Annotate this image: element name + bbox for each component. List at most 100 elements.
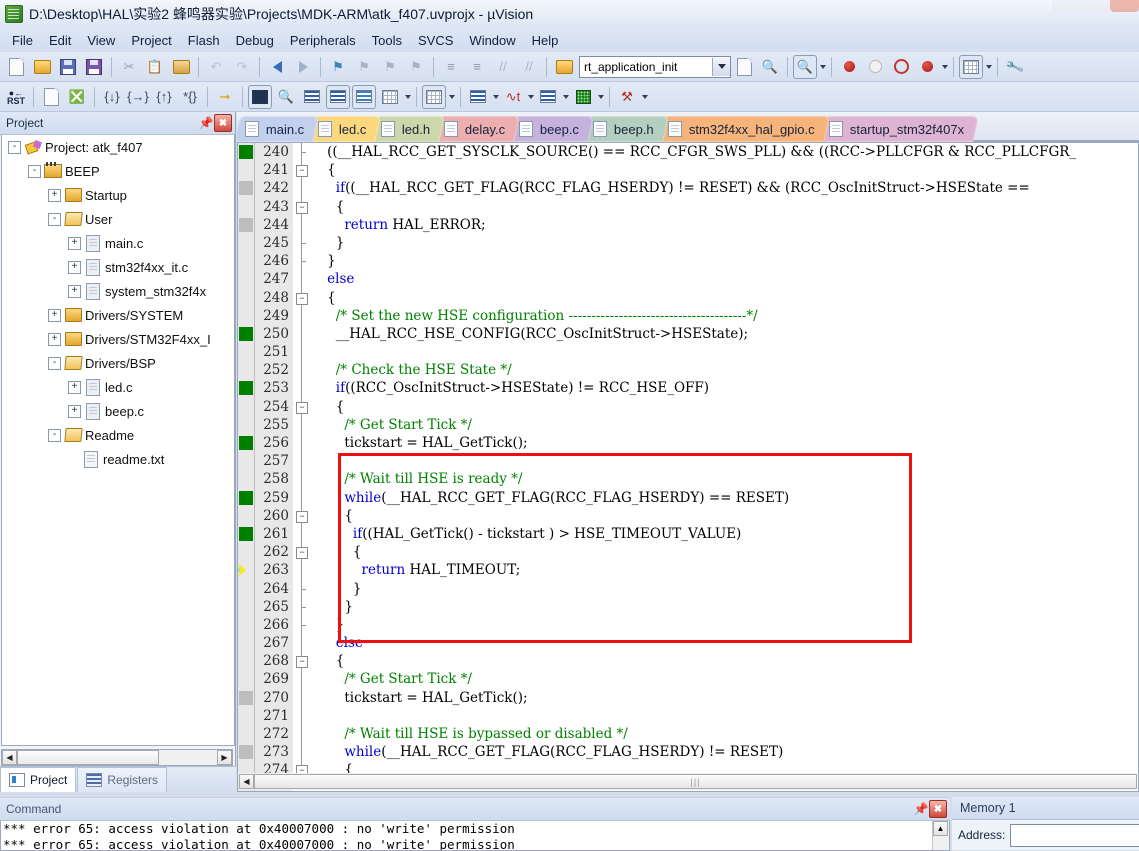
scroll-left-icon[interactable]: ◀ (239, 774, 254, 789)
tree-item-drivers-system[interactable]: + Drivers/SYSTEM (2, 303, 234, 327)
code-line[interactable]: if((RCC_OscInitStruct->HSEState) != RCC_… (310, 379, 1138, 397)
tree-item-user[interactable]: - User (2, 207, 234, 231)
code-text[interactable]: ((__HAL_RCC_GET_SYSCLK_SOURCE() == RCC_C… (310, 143, 1138, 791)
code-line[interactable]: tickstart = HAL_GetTick(); (310, 689, 1138, 707)
redo-icon[interactable]: ↷ (230, 55, 254, 79)
code-editor[interactable]: 240 241 242 243 244 245 246 247 248 249 250 251 252 2… (237, 142, 1139, 792)
code-line[interactable]: __HAL_RCC_HSE_CONFIG(RCC_OscInitStruct->… (310, 325, 1138, 343)
comment-icon[interactable]: // (491, 55, 515, 79)
code-line[interactable] (310, 707, 1138, 725)
scroll-up-icon[interactable]: ▲ (933, 821, 948, 836)
watch-window-icon[interactable] (378, 85, 402, 109)
pin-icon[interactable]: 📌 (198, 115, 214, 131)
tree-toggle-icon[interactable]: + (48, 332, 61, 346)
non-executable-line-marker[interactable] (238, 689, 254, 707)
stop-icon[interactable]: ❎ (65, 85, 89, 109)
trace-window-icon[interactable] (536, 85, 560, 109)
menu-tools[interactable]: Tools (364, 30, 410, 51)
toolbox-icon[interactable]: ⚒ (615, 85, 639, 109)
tree-toggle-icon[interactable]: - (28, 164, 41, 178)
command-vscrollbar[interactable]: ▲ (932, 821, 949, 850)
tree-item-system-stm32f4x[interactable]: + system_stm32f4x (2, 279, 234, 303)
step-into-icon[interactable]: {↓} (100, 85, 124, 109)
executable-line-marker[interactable] (238, 379, 254, 397)
executable-line-marker[interactable] (238, 434, 254, 452)
code-line[interactable]: } (310, 234, 1138, 252)
executable-line-marker[interactable] (238, 143, 254, 161)
code-line[interactable]: /* Set the new HSE configuration -------… (310, 307, 1138, 325)
code-line[interactable]: ((__HAL_RCC_GET_SYSCLK_SOURCE() == RCC_C… (310, 143, 1138, 161)
system-viewer-dropdown-icon[interactable] (596, 86, 605, 108)
editor-tab-stm32f4xx-hal-gpio-c[interactable]: stm32f4xx_hal_gpio.c (657, 116, 830, 142)
tree-toggle-icon[interactable]: + (68, 380, 81, 394)
copy-icon[interactable]: 📋 (143, 55, 167, 79)
memory-dropdown-icon[interactable] (447, 86, 456, 108)
editor-tab-startup-stm32f407x[interactable]: startup_stm32f407x (818, 116, 979, 142)
tree-item-drivers-bsp[interactable]: - Drivers/BSP (2, 351, 234, 375)
editor-tab-led-c[interactable]: led.c (307, 116, 382, 142)
scroll-right-icon[interactable]: ▶ (217, 750, 232, 765)
executable-line-marker[interactable] (238, 325, 254, 343)
insert-breakpoint-icon[interactable] (837, 55, 861, 79)
editor-hscrollbar[interactable]: ◀ ||| (239, 773, 1137, 790)
run-to-main-icon[interactable] (39, 85, 63, 109)
code-line[interactable]: } (310, 598, 1138, 616)
code-line[interactable]: { (310, 198, 1138, 216)
tree-item-main-c[interactable]: + main.c (2, 231, 234, 255)
editor-tab-delay-c[interactable]: delay.c (433, 116, 520, 142)
breakpoints-dropdown-icon[interactable] (940, 56, 949, 78)
code-line[interactable] (310, 343, 1138, 361)
code-line[interactable]: else (310, 634, 1138, 652)
new-file-icon[interactable] (4, 55, 28, 79)
menu-flash[interactable]: Flash (180, 30, 228, 51)
menu-file[interactable]: File (4, 30, 41, 51)
outdent-icon[interactable]: ≡ (465, 55, 489, 79)
tree-toggle-icon[interactable]: + (68, 284, 81, 298)
trace-dropdown-icon[interactable] (561, 86, 570, 108)
disable-all-breakpoints-icon[interactable] (915, 55, 939, 79)
close-icon[interactable]: ✖ (214, 114, 232, 132)
non-executable-line-marker[interactable] (238, 216, 254, 234)
code-line[interactable]: if((__HAL_RCC_GET_FLAG(RCC_FLAG_HSERDY) … (310, 179, 1138, 197)
code-line[interactable]: while(__HAL_RCC_GET_FLAG(RCC_FLAG_HSERDY… (310, 489, 1138, 507)
save-icon[interactable] (56, 55, 80, 79)
code-line[interactable]: /* Check the HSE State */ (310, 361, 1138, 379)
goto-definition-icon[interactable] (732, 55, 756, 79)
tree-toggle-icon[interactable]: + (68, 236, 81, 250)
menu-debug[interactable]: Debug (228, 30, 282, 51)
tab-project[interactable]: Project (0, 767, 77, 792)
maximize-button[interactable] (1081, 0, 1110, 12)
open-folder-icon[interactable] (552, 55, 576, 79)
tab-registers[interactable]: Registers (77, 767, 168, 792)
menu-help[interactable]: Help (524, 30, 567, 51)
executable-line-marker[interactable] (238, 489, 254, 507)
code-line[interactable]: { (310, 398, 1138, 416)
analysis-dropdown-icon[interactable] (526, 86, 535, 108)
code-line[interactable]: { (310, 507, 1138, 525)
code-line[interactable]: { (310, 289, 1138, 307)
code-line[interactable]: { (310, 543, 1138, 561)
function-combo[interactable]: rt_application_init (579, 55, 731, 78)
tree-item-beep[interactable]: - BEEP (2, 159, 234, 183)
tree-toggle-icon[interactable]: - (48, 212, 61, 226)
non-executable-line-marker[interactable] (238, 179, 254, 197)
editor-tabstrip[interactable]: main.c led.c led.h delay.c beep.c beep.h stm32… (237, 112, 1139, 142)
navigate-forward-icon[interactable] (291, 55, 315, 79)
tree-item-stm32f4xx-it-c[interactable]: + stm32f4xx_it.c (2, 255, 234, 279)
close-button[interactable] (1110, 0, 1139, 12)
system-viewer-icon[interactable] (571, 85, 595, 109)
code-line[interactable]: } (310, 580, 1138, 598)
menu-svcs[interactable]: SVCS (410, 30, 461, 51)
configure-target-icon[interactable]: 🔧 (1003, 55, 1027, 79)
step-out-icon[interactable]: {↑} (152, 85, 176, 109)
tree-item-readme[interactable]: - Readme (2, 423, 234, 447)
insert-bookmark-icon[interactable]: ⚑ (326, 55, 350, 79)
memory-window-icon[interactable] (422, 84, 446, 109)
code-line[interactable]: /* Get Start Tick */ (310, 416, 1138, 434)
fold-marker[interactable]: − (295, 197, 309, 216)
current-statement-marker[interactable] (238, 561, 254, 579)
address-input[interactable] (1010, 823, 1139, 847)
run-to-cursor-icon[interactable]: *{} (178, 85, 202, 109)
cut-icon[interactable]: ✂ (117, 55, 141, 79)
indent-icon[interactable]: ≡ (439, 55, 463, 79)
